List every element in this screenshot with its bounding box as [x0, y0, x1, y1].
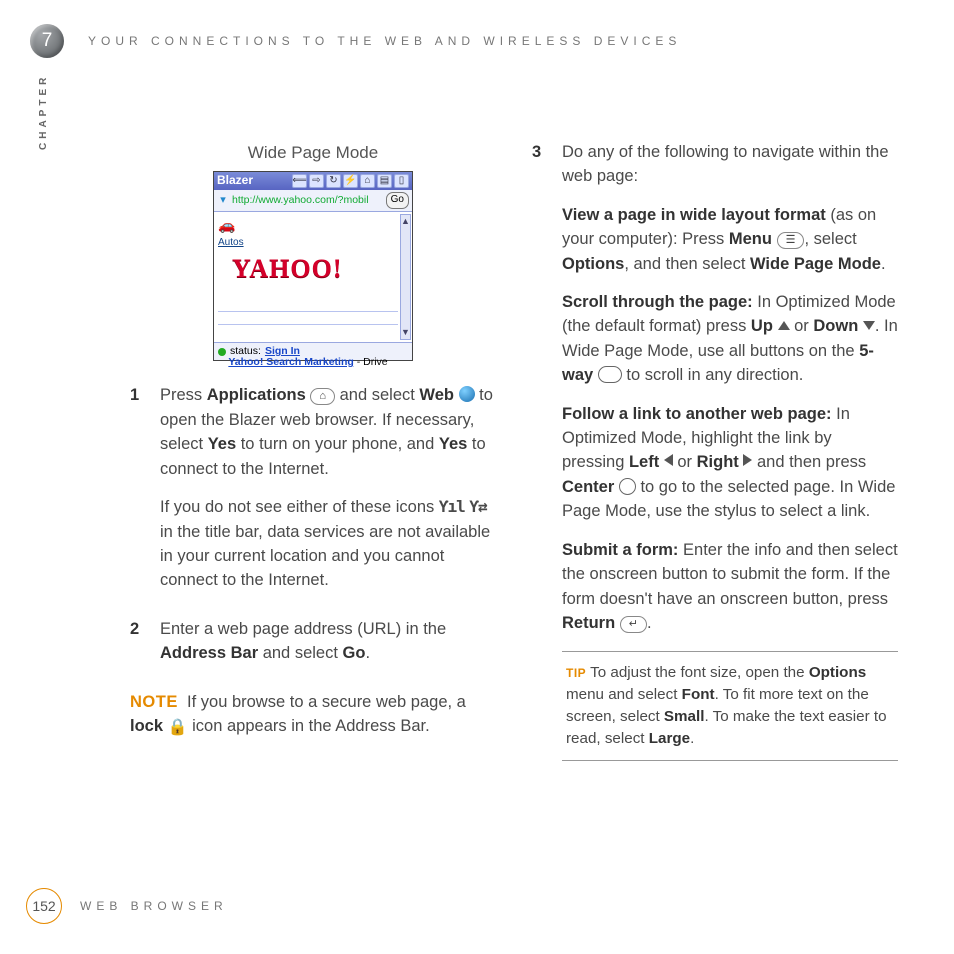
autos-link: Autos: [218, 236, 398, 251]
marketing-link: Yahoo! Search Marketing: [228, 356, 353, 368]
step-2: 2 Enter a web page address (URL) in the …: [130, 617, 496, 680]
car-icon: 🚗: [218, 217, 235, 233]
page-header: YOUR CONNECTIONS TO THE WEB AND WIRELESS…: [88, 34, 681, 48]
fig-app-name: Blazer: [217, 172, 253, 190]
signal-icon: Ƴıl: [439, 497, 465, 516]
step-3-intro: Do any of the following to navigate with…: [562, 140, 898, 189]
right-column: 3 Do any of the following to navigate wi…: [532, 140, 898, 771]
five-way-icon: [598, 366, 622, 383]
step-1-p1: Press Applications ⌂ and select Web to o…: [160, 383, 496, 481]
fig-titlebar: Blazer ⟸ ⇨ ↻ ⚡ ⌂ ▤ ▯: [214, 172, 412, 190]
left-arrow-icon: [664, 454, 673, 466]
step-3-wide: View a page in wide layout format (as on…: [562, 203, 898, 276]
tip-box: TIP To adjust the font size, open the Op…: [562, 651, 898, 761]
step-3-link: Follow a link to another web page: In Op…: [562, 402, 898, 524]
note-label: NOTE: [130, 693, 178, 711]
step-1: 1 Press Applications ⌂ and select Web to…: [130, 383, 496, 606]
step-2-p1: Enter a web page address (URL) in the Ad…: [160, 617, 496, 666]
tip-label: TIP: [566, 666, 586, 680]
page-number: 152: [26, 888, 62, 924]
bolt-icon: ⚡: [343, 174, 358, 188]
yahoo-logo: YAHOO!: [232, 250, 398, 288]
left-column: Wide Page Mode Blazer ⟸ ⇨ ↻ ⚡ ⌂ ▤ ▯ ▾ ht…: [130, 140, 496, 771]
figure-caption: Wide Page Mode: [130, 140, 496, 165]
fig-url-text: http://www.yahoo.com/?mobil: [232, 193, 383, 209]
page-footer: 152 WEB BROWSER: [26, 888, 228, 924]
chapter-label: CHAPTER: [38, 74, 49, 150]
home-icon: ⌂: [360, 174, 375, 188]
step-number: 3: [532, 140, 548, 761]
fig-go-button: Go: [386, 192, 409, 209]
page-icon: ▯: [394, 174, 409, 188]
web-globe-icon: [459, 386, 475, 402]
step-1-p2: If you do not see either of these icons …: [160, 495, 496, 593]
up-arrow-icon: [778, 321, 790, 330]
search-line: [218, 311, 398, 325]
step-number: 2: [130, 617, 146, 680]
step-3: 3 Do any of the following to navigate wi…: [532, 140, 898, 761]
blazer-screenshot: Blazer ⟸ ⇨ ↻ ⚡ ⌂ ▤ ▯ ▾ http://www.yahoo.…: [213, 171, 413, 361]
signal-arrows-icon: Ƴ⇄: [469, 497, 486, 516]
applications-key-icon: ⌂: [310, 388, 335, 405]
step-3-submit: Submit a form: Enter the info and then s…: [562, 538, 898, 636]
forward-icon: ⇨: [309, 174, 324, 188]
note-paragraph: NOTE If you browse to a secure web page,…: [130, 690, 496, 740]
lock-icon: 🔒: [168, 719, 188, 736]
step-3-scroll: Scroll through the page: In Optimized Mo…: [562, 290, 898, 388]
menu-key-icon: ☰: [777, 232, 805, 249]
down-arrow-icon: [863, 321, 875, 330]
back-icon: ⟸: [292, 174, 307, 188]
reload-icon: ↻: [326, 174, 341, 188]
marketing-line: Yahoo! Search Marketing - Drive: [218, 355, 398, 371]
return-key-icon: ↵: [620, 616, 647, 633]
chapter-badge: 7: [30, 24, 64, 58]
step-number: 1: [130, 383, 146, 606]
fig-address-bar: ▾ http://www.yahoo.com/?mobil Go: [214, 190, 412, 212]
scrollbar: ▲▼: [400, 214, 411, 340]
footer-section: WEB BROWSER: [80, 899, 228, 913]
dropdown-icon: ▾: [217, 192, 229, 208]
bookmarks-icon: ▤: [377, 174, 392, 188]
center-button-icon: [619, 478, 636, 495]
